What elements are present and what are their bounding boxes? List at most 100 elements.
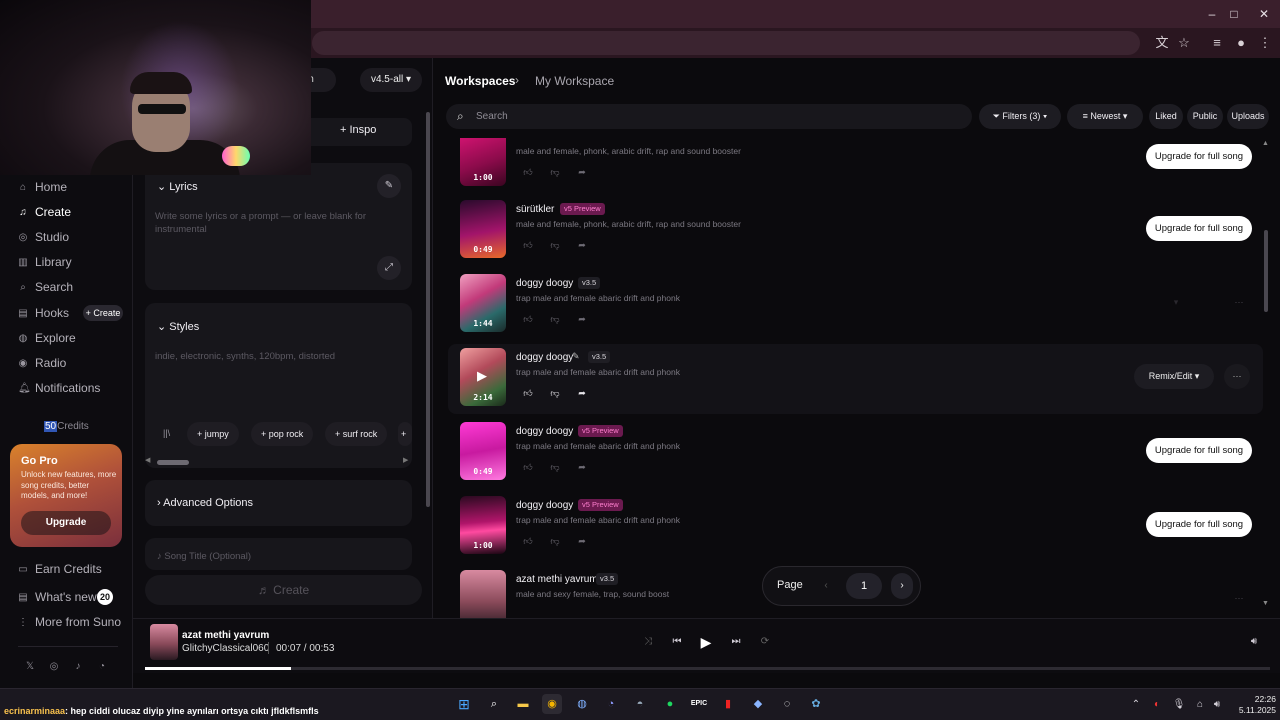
close-icon[interactable]: ✕ <box>1256 6 1272 22</box>
inspo-button[interactable]: + Inspo <box>340 124 376 136</box>
song-title[interactable]: doggy doogy <box>516 426 573 437</box>
app-icon[interactable]: ◆ <box>748 694 768 714</box>
song-title[interactable]: azat methi yavrum <box>516 574 598 585</box>
dislike-icon[interactable]: 👎︎ <box>549 240 561 251</box>
sort-button[interactable]: ≡ Newest ▾ <box>1067 104 1143 129</box>
song-title[interactable]: doggy doogy <box>516 278 573 289</box>
credits-counter[interactable]: 50Credits <box>44 421 89 432</box>
styles-input[interactable]: indie, electronic, synths, 120bpm, disto… <box>155 350 395 363</box>
share-icon[interactable]: ➦ <box>576 167 588 178</box>
scroll-down-icon[interactable]: ▼ <box>1262 600 1269 607</box>
more-options-icon[interactable]: ··· <box>1226 586 1252 611</box>
chrome-icon[interactable]: ◉ <box>542 694 562 714</box>
liked-filter[interactable]: Liked <box>1149 104 1183 129</box>
song-row[interactable]: ▶ 2:14 doggy doogy ✎ v3.5 trap male and … <box>448 344 1263 414</box>
tiktok-icon[interactable]: ♪ <box>72 661 84 673</box>
magic-wand-icon[interactable]: ✎ <box>377 174 401 198</box>
previous-icon[interactable]: ⏮ <box>669 634 685 650</box>
lyrics-header[interactable]: ⌄ Lyrics <box>157 180 198 193</box>
microphone-icon[interactable]: 🎙︎ <box>1172 698 1186 712</box>
like-icon[interactable]: 👍︎ <box>522 167 534 178</box>
player-cover[interactable] <box>150 624 178 660</box>
dislike-icon[interactable]: 👎︎ <box>549 388 561 399</box>
like-icon[interactable]: 👍︎ <box>522 388 534 399</box>
shuffle-icon[interactable]: ⤨ <box>640 634 656 650</box>
style-chip-more[interactable]: + <box>398 422 412 446</box>
style-chip-surf-rock[interactable]: + surf rock <box>325 422 388 446</box>
maximize-icon[interactable]: □ <box>1226 6 1242 22</box>
sidebar-item-create[interactable]: ♫ Create <box>18 202 128 222</box>
remix-edit-button-faint[interactable]: ▾ <box>1136 290 1216 315</box>
styles-header[interactable]: ⌄ Styles <box>157 320 199 333</box>
song-row[interactable]: 1:00 male and female, phonk, arabic drif… <box>448 138 1263 186</box>
upgrade-full-song-button[interactable]: Upgrade for full song <box>1146 216 1252 241</box>
song-cover[interactable]: ▶ 2:14 <box>460 348 506 406</box>
x-icon[interactable]: 𝕏 <box>24 661 36 673</box>
upgrade-button[interactable]: Upgrade <box>21 511 111 535</box>
uploads-filter[interactable]: Uploads <box>1227 104 1269 129</box>
like-icon[interactable]: 👍︎ <box>522 536 534 547</box>
prev-page-icon[interactable]: ‹ <box>815 573 837 599</box>
like-icon[interactable]: 👍︎ <box>522 462 534 473</box>
remix-edit-button[interactable]: Remix/Edit ▾ <box>1134 364 1214 389</box>
share-icon[interactable]: ➦ <box>576 536 588 547</box>
dislike-icon[interactable]: 👎︎ <box>549 462 561 473</box>
upgrade-full-song-button[interactable]: Upgrade for full song <box>1146 144 1252 169</box>
edit-pencil-icon[interactable]: ✎ <box>572 351 580 362</box>
like-icon[interactable]: 👍︎ <box>522 314 534 325</box>
share-icon[interactable]: ➦ <box>576 388 588 399</box>
style-chip-pop-rock[interactable]: + pop rock <box>251 422 314 446</box>
scroll-thumb[interactable] <box>157 460 189 465</box>
play-icon[interactable]: ▶ <box>477 368 487 384</box>
current-page[interactable]: 1 <box>846 573 882 599</box>
profile-avatar-icon[interactable]: ● <box>1232 34 1250 52</box>
song-cover[interactable]: 1:00 <box>460 138 506 186</box>
advanced-options-header[interactable]: › Advanced Options <box>157 497 253 509</box>
omnibox[interactable] <box>312 31 1140 55</box>
more-options-icon[interactable]: ··· <box>1224 364 1250 389</box>
search-icon[interactable]: ⌕ <box>484 694 504 714</box>
scroll-right-icon[interactable]: ▶ <box>403 456 408 464</box>
song-cover[interactable]: 1:44 <box>460 274 506 332</box>
network-icon[interactable]: ⌂ <box>1193 698 1207 712</box>
dislike-icon[interactable]: 👎︎ <box>549 167 561 178</box>
tray-chevron-icon[interactable]: ⌃ <box>1129 698 1143 712</box>
song-row[interactable]: 0:49 doggy doogy v5 Preview trap male an… <box>448 418 1263 488</box>
play-icon[interactable]: ▶ <box>698 634 714 650</box>
translate-icon[interactable]: 文 <box>1153 34 1171 52</box>
song-title[interactable]: sürütkler <box>516 204 554 215</box>
breadcrumb-workspaces[interactable]: Workspaces <box>445 74 515 88</box>
scroll-thumb[interactable] <box>1264 230 1268 312</box>
steam-icon[interactable]: ◓ <box>630 694 650 714</box>
song-list-scrollbar[interactable]: ▲ ▼ <box>1262 140 1269 607</box>
upgrade-full-song-button[interactable]: Upgrade for full song <box>1146 438 1252 463</box>
tray-app-icon[interactable]: ◐ <box>1150 698 1164 712</box>
search-input[interactable] <box>476 104 956 129</box>
more-options-icon[interactable]: ··· <box>1226 290 1252 315</box>
create-button[interactable]: ♬ Create <box>145 575 422 605</box>
share-icon[interactable]: ➦ <box>576 314 588 325</box>
discord-icon[interactable]: ◔ <box>96 661 108 673</box>
minimize-icon[interactable]: – <box>1204 6 1220 22</box>
share-icon[interactable]: ➦ <box>576 240 588 251</box>
next-icon[interactable]: ⏭ <box>728 634 744 650</box>
windows-start-icon[interactable]: ⊞ <box>454 694 474 714</box>
public-filter[interactable]: Public <box>1187 104 1223 129</box>
sidebar-item-library[interactable]: ▥ Library <box>18 252 128 272</box>
style-chip-jumpy[interactable]: + jumpy <box>187 422 239 446</box>
expand-icon[interactable]: ⤢ <box>377 256 401 280</box>
model-version-select[interactable]: v4.5-all ▾ <box>360 68 422 92</box>
media-controls-icon[interactable]: ≡ <box>1208 34 1226 52</box>
discord-icon[interactable]: ◔ <box>601 694 621 714</box>
style-library-icon[interactable]: ||\ <box>163 428 170 438</box>
epic-games-icon[interactable]: EPIC <box>689 694 709 714</box>
sidebar-item-search[interactable]: ⌕ Search <box>18 277 128 297</box>
song-cover[interactable] <box>460 570 506 618</box>
song-cover[interactable]: 0:49 <box>460 200 506 258</box>
app-icon[interactable]: ✿ <box>806 694 826 714</box>
song-cover[interactable]: 1:00 <box>460 496 506 554</box>
next-page-icon[interactable]: › <box>891 573 913 599</box>
spotify-icon[interactable]: ● <box>660 694 680 714</box>
instagram-icon[interactable]: ◎ <box>48 661 60 673</box>
like-icon[interactable]: 👍︎ <box>522 240 534 251</box>
